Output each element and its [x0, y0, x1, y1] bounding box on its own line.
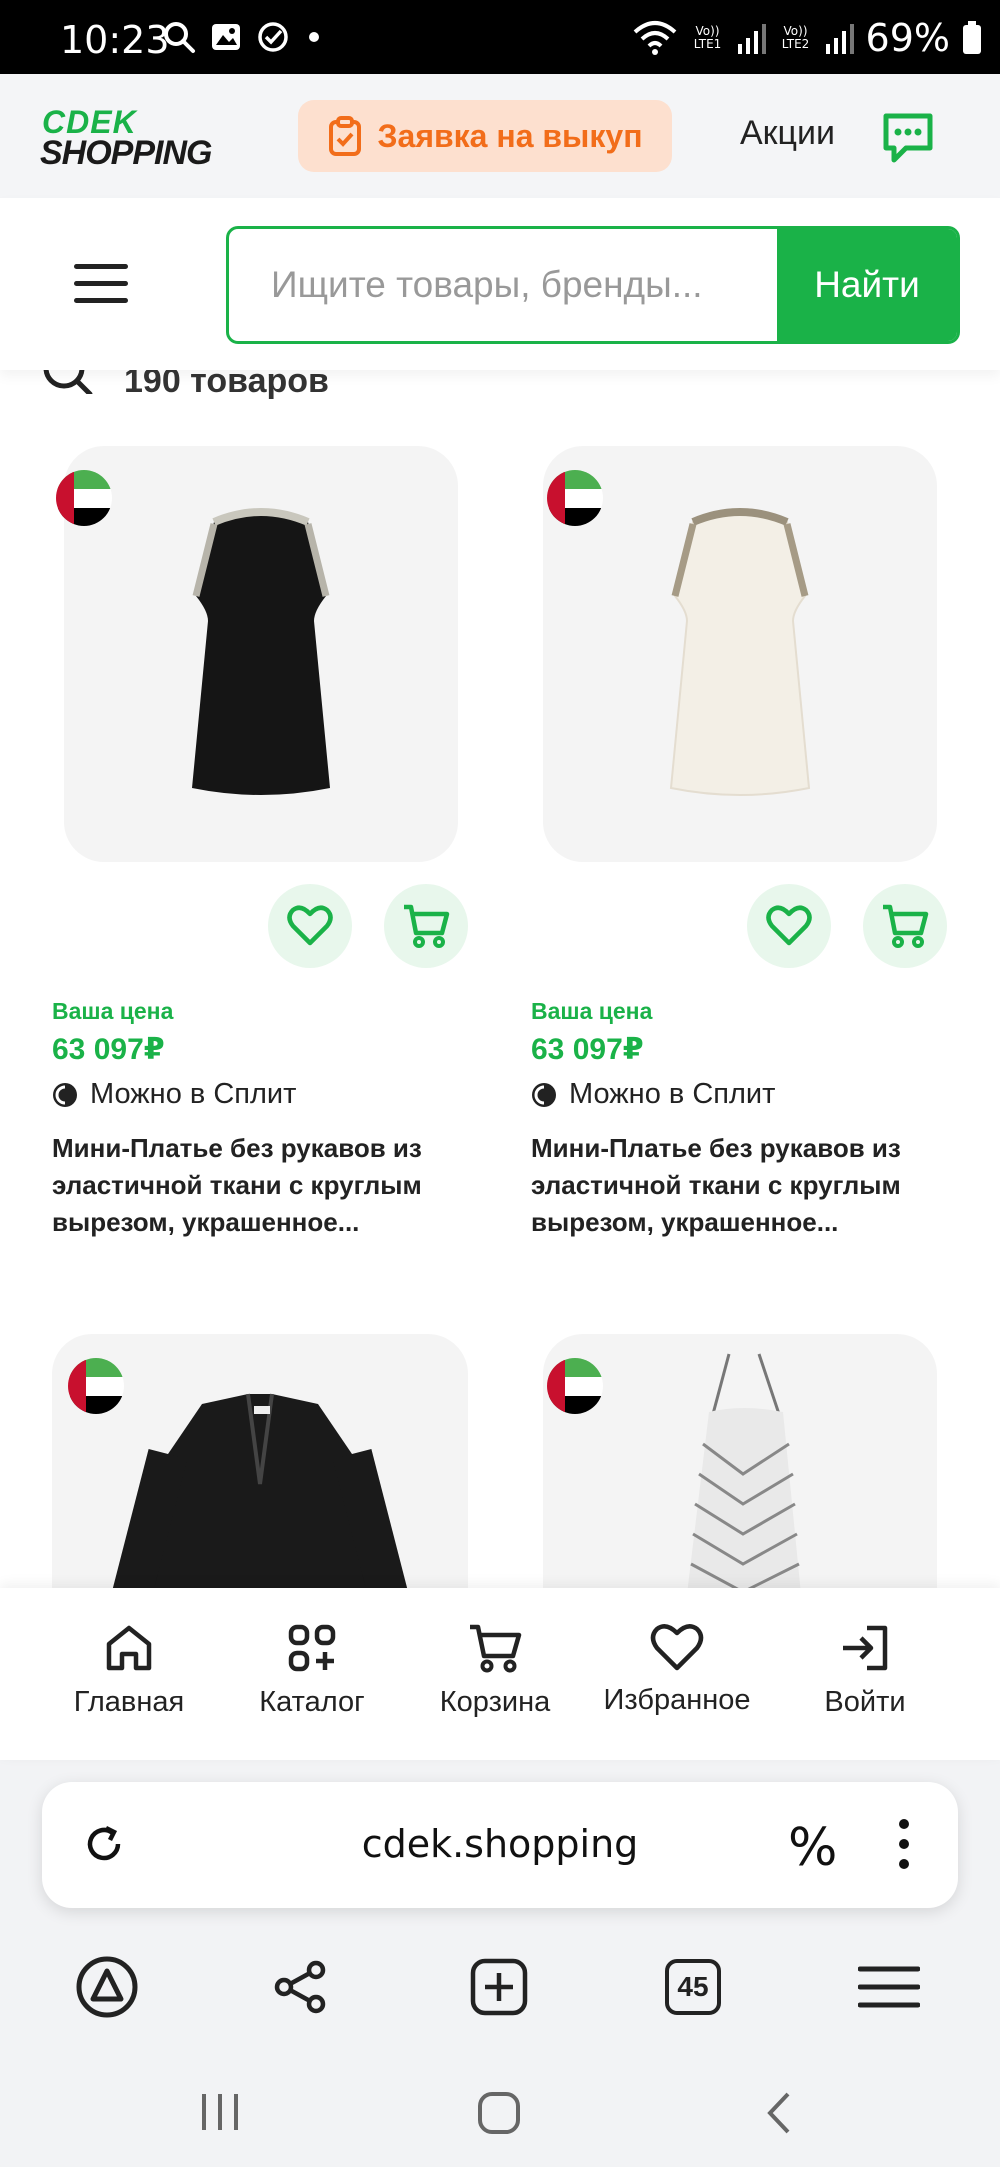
browser-chrome: cdek.shopping % 45 [0, 1760, 1000, 2167]
address-bar[interactable]: cdek.shopping % [42, 1782, 958, 1908]
site-header: CDEK SHOPPING Заявка на выкуп Акции [0, 74, 1000, 198]
buyout-label: Заявка на выкуп [377, 117, 643, 154]
heart-icon [650, 1624, 704, 1671]
product-card[interactable] [40, 1334, 468, 1588]
uae-flag-icon [547, 470, 603, 526]
heart-icon [287, 905, 333, 946]
add-to-cart-button[interactable] [384, 884, 468, 968]
lte2-label: Vo)) LTE2 [781, 24, 810, 51]
home-button-icon[interactable] [476, 2090, 522, 2136]
tabs-count: 45 [665, 1959, 721, 2015]
discount-icon[interactable]: % [788, 1818, 837, 1878]
split-icon [53, 1082, 77, 1107]
split-label: Можно в Сплит [569, 1078, 776, 1110]
alice-assistant-button[interactable] [72, 1952, 142, 2022]
bottom-nav: Главная Каталог Корзина Избранное Войти [0, 1588, 1000, 1760]
menu-icon[interactable] [74, 264, 128, 304]
nav-home-label: Главная [73, 1686, 185, 1718]
battery-percent: 69% [865, 16, 950, 60]
dress-image [669, 508, 811, 796]
search-button[interactable]: Найти [777, 229, 957, 341]
results-summary: 190 товаров [40, 370, 329, 410]
share-icon [274, 1960, 326, 2014]
back-icon[interactable] [764, 2090, 794, 2136]
product-price: 63 097₽ [52, 1033, 165, 1066]
product-image[interactable] [543, 446, 937, 862]
cart-icon [404, 904, 450, 948]
dot-icon [309, 32, 319, 42]
share-button[interactable] [266, 1952, 336, 2022]
buyout-request-button[interactable]: Заявка на выкуп [298, 100, 672, 172]
browser-menu-button[interactable] [854, 1952, 924, 2022]
new-tab-button[interactable] [464, 1952, 534, 2022]
android-nav-bar [0, 2060, 1000, 2167]
promotions-link[interactable]: Акции [740, 114, 835, 153]
nav-login[interactable]: Войти [780, 1622, 950, 1719]
uae-flag-icon [56, 470, 112, 526]
favorite-button[interactable] [268, 884, 352, 968]
recent-apps-icon[interactable] [198, 2090, 242, 2134]
logo-bottom-text: SHOPPING [40, 134, 212, 172]
plus-square-icon [470, 1958, 528, 2016]
nav-catalog-label: Каталог [259, 1686, 365, 1718]
product-image[interactable] [543, 1334, 937, 1588]
product-card[interactable]: Ваша цена 63 097₽ Можно в Сплит Мини-Пла… [40, 446, 468, 1246]
product-title[interactable]: Мини-Платье без рукавов из эластичной тк… [52, 1130, 472, 1241]
status-time: 10:23 [60, 18, 170, 62]
search-field: Найти [226, 226, 960, 344]
cart-icon [470, 1624, 522, 1673]
search-input[interactable] [229, 229, 775, 341]
home-icon [106, 1625, 152, 1671]
nav-login-label: Войти [824, 1686, 906, 1718]
chat-icon[interactable] [880, 110, 936, 166]
wifi-icon [633, 21, 676, 55]
signal2-icon [825, 24, 854, 54]
menu-icon [858, 1966, 920, 2008]
cdek-shopping-logo[interactable]: CDEK SHOPPING [40, 104, 212, 174]
check-circle-icon [258, 22, 288, 52]
search-icon [43, 370, 93, 394]
nav-home[interactable]: Главная [44, 1622, 214, 1719]
results-count: 190 товаров [124, 370, 329, 400]
search-icon [164, 22, 195, 53]
uae-flag-icon [68, 1358, 124, 1414]
price-caption: Ваша цена [531, 998, 653, 1024]
signal1-icon [737, 24, 766, 54]
split-icon [532, 1082, 556, 1107]
product-title[interactable]: Мини-Платье без рукавов из эластичной тк… [531, 1130, 951, 1241]
nav-favorites-label: Избранное [603, 1684, 751, 1716]
product-image[interactable] [64, 446, 458, 862]
split-label: Можно в Сплит [90, 1078, 297, 1110]
more-options-icon[interactable] [894, 1818, 914, 1870]
heart-icon [766, 905, 812, 946]
search-row: Найти [0, 198, 1000, 370]
product-listing: 190 товаров Ваша цена 63 097₽ Можно в Сп… [0, 370, 1000, 1588]
product-price: 63 097₽ [531, 1033, 644, 1066]
add-to-cart-button[interactable] [863, 884, 947, 968]
clipboard-check-icon [329, 116, 362, 156]
favorite-button[interactable] [747, 884, 831, 968]
striped-dress-image [687, 1353, 801, 1588]
nav-cart[interactable]: Корзина [410, 1622, 580, 1719]
tabs-button[interactable]: 45 [658, 1952, 728, 2022]
alice-icon [76, 1956, 138, 2018]
status-bar: 10:23 Vo)) LTE1 Vo)) LTE2 69% [0, 0, 1000, 74]
nav-cart-label: Корзина [439, 1686, 551, 1718]
browser-toolbar: 45 [0, 1944, 1000, 2034]
uae-flag-icon [547, 1358, 603, 1414]
gallery-icon [212, 24, 240, 50]
price-caption: Ваша цена [52, 998, 174, 1024]
split-payment-badge: Можно в Сплит [531, 1078, 775, 1111]
split-payment-badge: Можно в Сплит [52, 1078, 296, 1111]
cart-icon [883, 904, 929, 948]
nav-catalog[interactable]: Каталог [227, 1622, 397, 1719]
battery-icon [963, 21, 981, 54]
product-card[interactable]: Ваша цена 63 097₽ Можно в Сплит Мини-Пла… [519, 446, 947, 1246]
lte1-label: Vo)) LTE1 [693, 24, 722, 51]
nav-favorites[interactable]: Избранное [592, 1622, 762, 1717]
catalog-icon [288, 1624, 336, 1672]
dress-image [192, 508, 330, 795]
login-icon [843, 1625, 888, 1671]
product-card[interactable] [519, 1334, 939, 1588]
